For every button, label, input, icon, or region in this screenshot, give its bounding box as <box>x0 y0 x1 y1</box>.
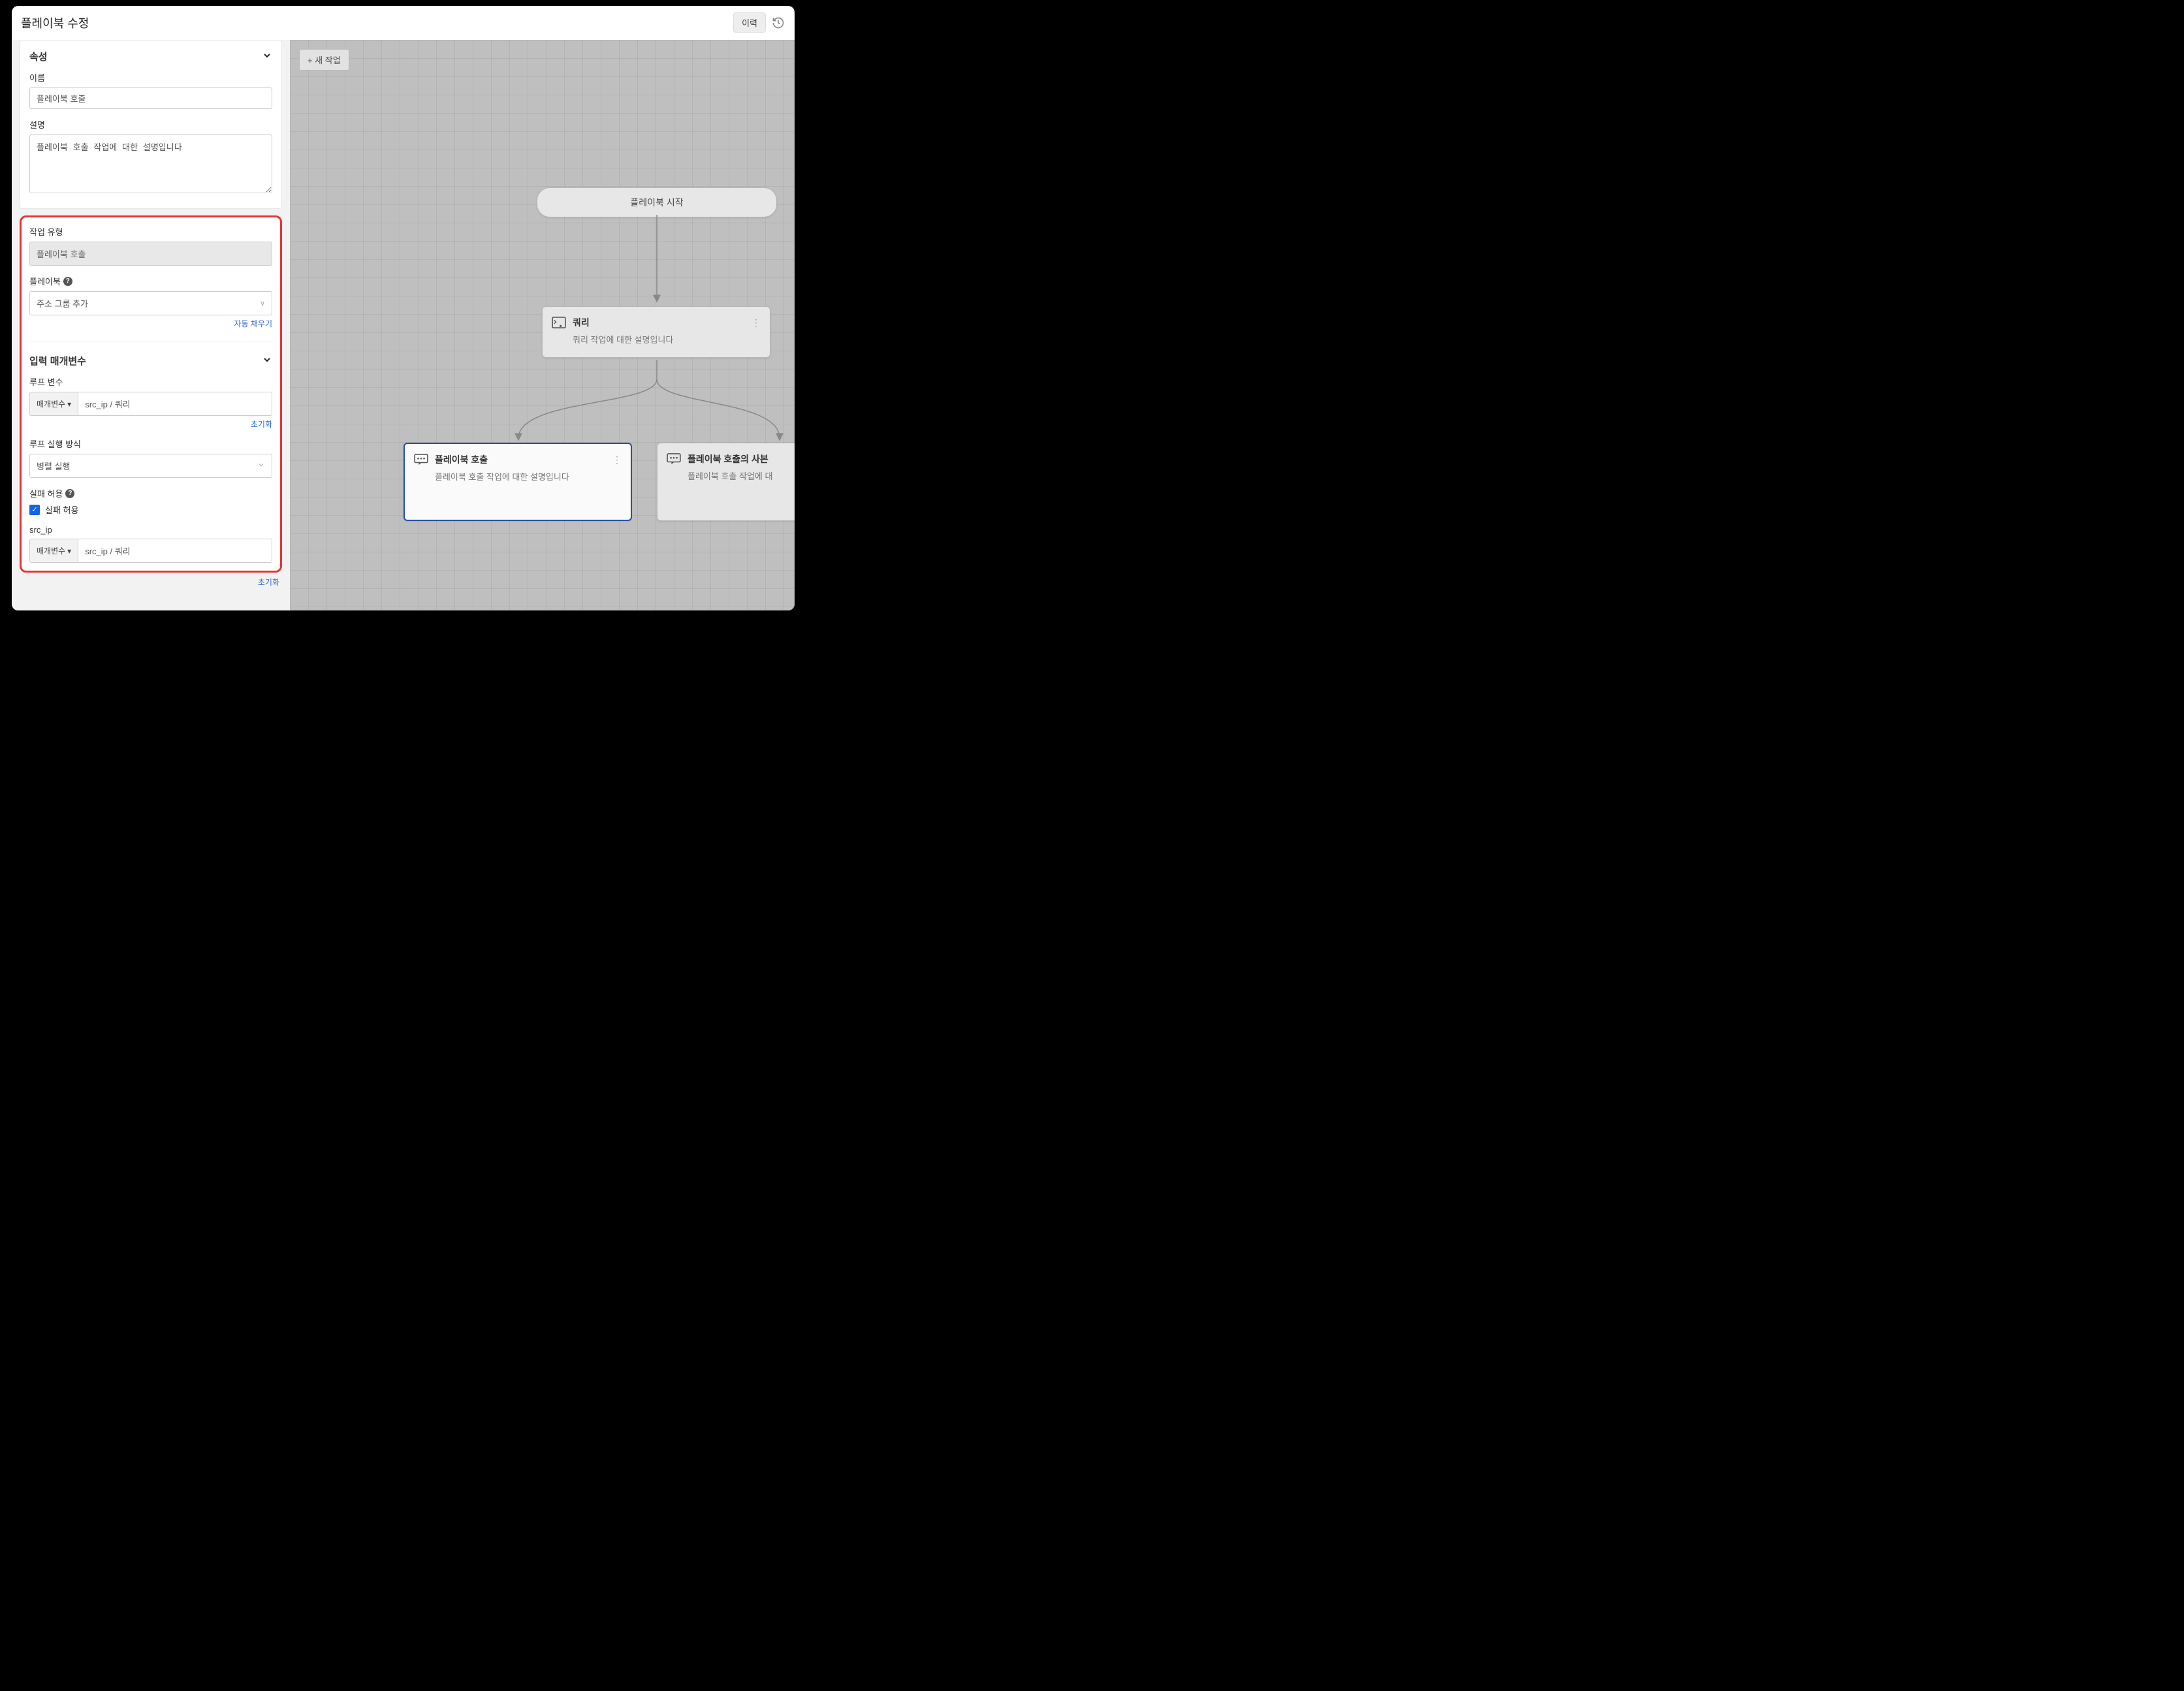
allow-failure-checkbox-label: 실패 허용 <box>45 503 78 516</box>
loop-variable-label: 루프 변수 <box>29 375 272 388</box>
loop-exec-label: 루프 실행 방식 <box>29 437 272 450</box>
allow-failure-label: 실패 허용 ? <box>29 487 272 499</box>
param-type-dropdown[interactable]: 매개변수 ▾ <box>30 539 78 562</box>
playbook-call-node-description: 플레이북 호출 작업에 대한 설명입니다 <box>414 470 622 482</box>
description-label: 설명 <box>29 118 272 131</box>
workflow-canvas[interactable]: + 새 작업 플레이북 시작 쿼리 ⋮ <box>290 40 795 610</box>
playbook-label: 플레이북 ? <box>29 275 272 287</box>
src-ip-value[interactable]: src_ip / 쿼리 <box>78 539 272 562</box>
loop-exec-value: 병렬 실행 <box>37 460 70 472</box>
node-menu-icon[interactable]: ⋮ <box>612 454 622 466</box>
loop-variable-combo: 매개변수 ▾ src_ip / 쿼리 <box>29 392 272 416</box>
playbook-call-node[interactable]: 플레이북 호출 ⋮ 플레이북 호출 작업에 대한 설명입니다 <box>404 443 632 521</box>
node-menu-icon[interactable]: ⋮ <box>752 317 761 328</box>
chevron-down-icon <box>257 461 265 471</box>
chat-icon <box>414 454 428 466</box>
highlighted-config-block: 작업 유형 플레이북 호출 플레이북 ? 주소 그룹 추가 ∨ 자동 채우기 입… <box>20 215 282 573</box>
start-node[interactable]: 플레이북 시작 <box>537 187 777 217</box>
terminal-icon <box>552 317 566 328</box>
page-header: 플레이북 수정 이력 <box>12 6 795 40</box>
query-node-title: 쿼리 <box>573 316 745 329</box>
caret-down-icon: ▾ <box>67 400 71 409</box>
name-label: 이름 <box>29 71 272 84</box>
input-params-header[interactable]: 입력 매개변수 <box>29 354 272 368</box>
playbook-call-node-title: 플레이북 호출 <box>435 453 606 466</box>
help-icon[interactable]: ? <box>63 277 72 286</box>
task-type-label: 작업 유형 <box>29 225 272 238</box>
autofill-link[interactable]: 자동 채우기 <box>29 318 272 329</box>
chat-icon <box>667 453 681 465</box>
playbook-select[interactable]: 주소 그룹 추가 ∨ <box>29 291 272 315</box>
checkbox-checked-icon[interactable]: ✓ <box>29 505 40 515</box>
src-ip-label: src_ip <box>29 525 272 535</box>
copy-node-title: 플레이북 호출의 사본 <box>688 452 791 466</box>
reset-link[interactable]: 초기화 <box>29 419 272 430</box>
attributes-title: 속성 <box>29 50 48 63</box>
page-title: 플레이북 수정 <box>21 14 89 31</box>
reset-link[interactable]: 초기화 <box>20 577 282 588</box>
history-button[interactable]: 이력 <box>733 12 766 33</box>
name-input[interactable] <box>29 87 272 109</box>
playbook-selected-value: 주소 그룹 추가 <box>37 297 88 309</box>
caret-down-icon: ▾ <box>67 546 71 556</box>
loop-variable-value[interactable]: src_ip / 쿼리 <box>78 392 272 415</box>
src-ip-combo: 매개변수 ▾ src_ip / 쿼리 <box>29 539 272 563</box>
playbook-call-copy-node[interactable]: 플레이북 호출의 사본 플레이북 호출 작업에 대 <box>657 443 795 521</box>
history-icon[interactable] <box>771 16 785 30</box>
attributes-panel: 속성 이름 설명 <box>20 40 282 209</box>
allow-failure-checkbox-row[interactable]: ✓ 실패 허용 <box>29 503 272 516</box>
query-node[interactable]: 쿼리 ⋮ 쿼리 작업에 대한 설명입니다 <box>542 306 770 358</box>
loop-exec-select[interactable]: 병렬 실행 <box>29 454 272 478</box>
start-node-label: 플레이북 시작 <box>630 197 683 208</box>
new-task-button[interactable]: + 새 작업 <box>299 49 349 71</box>
attributes-section-header[interactable]: 속성 <box>29 50 272 63</box>
query-node-description: 쿼리 작업에 대한 설명입니다 <box>552 333 761 345</box>
properties-sidebar: 속성 이름 설명 작업 유형 플레이북 호출 플레이북 ? <box>12 40 290 610</box>
task-type-value: 플레이북 호출 <box>29 242 272 266</box>
help-icon[interactable]: ? <box>65 489 74 498</box>
description-textarea[interactable] <box>29 134 272 193</box>
chevron-down-icon: ∨ <box>260 299 265 308</box>
input-params-title: 입력 매개변수 <box>29 354 86 368</box>
chevron-down-icon <box>262 355 272 367</box>
copy-node-description: 플레이북 호출 작업에 대 <box>667 469 791 482</box>
param-type-dropdown[interactable]: 매개변수 ▾ <box>30 392 78 415</box>
chevron-down-icon <box>262 50 272 63</box>
